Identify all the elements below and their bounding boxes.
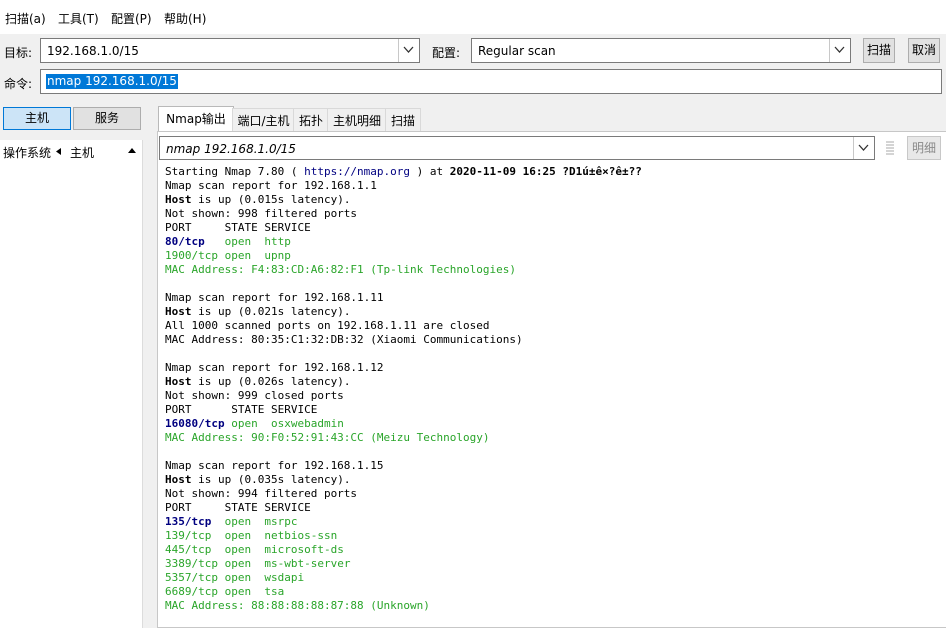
target-dropdown-button[interactable] [398,39,419,62]
chevron-down-icon [834,46,845,53]
cancel-button[interactable]: 取消 [908,38,940,63]
hosts-button[interactable]: 主机 [3,107,71,130]
output-command-combo[interactable]: nmap 192.168.1.0/15 [159,136,875,160]
chevron-down-icon [403,46,414,53]
os-column-header[interactable]: 操作系统 [3,144,51,161]
profile-dropdown-button[interactable] [829,39,850,62]
tab-ports-hosts[interactable]: 端口/主机 [232,108,295,133]
menu-help[interactable]: 帮助(H) [164,10,206,27]
sort-left-icon [56,148,61,155]
details-button[interactable]: 明细 [907,136,941,160]
scan-button[interactable]: 扫描 [863,38,895,63]
output-command-value: nmap 192.168.1.0/15 [166,142,296,156]
nmap-url-link[interactable]: https://nmap.org [304,165,410,178]
command-text: nmap 192.168.1.0/15 [46,74,178,89]
menu-profile[interactable]: 配置(P) [111,10,152,27]
sort-up-icon [128,148,136,153]
chevron-down-icon [858,144,869,151]
menu-scan[interactable]: 扫描(a) [5,10,46,27]
tab-nmap-output[interactable]: Nmap输出 [158,106,234,133]
nmap-output-text[interactable]: Starting Nmap 7.80 ( https://nmap.org ) … [165,165,642,613]
menu-tools[interactable]: 工具(T) [58,10,99,27]
tab-scans[interactable]: 扫描 [385,108,421,133]
services-button[interactable]: 服务 [73,107,141,130]
profile-combo[interactable]: Regular scan [471,38,851,63]
tab-host-details[interactable]: 主机明细 [327,108,387,133]
menu-bar: 扫描(a) 工具(T) 配置(P) 帮助(H) [0,0,946,34]
list-grip-icon [886,141,894,155]
command-input[interactable]: nmap 192.168.1.0/15 [40,69,942,94]
target-label: 目标: [4,46,33,60]
host-list[interactable]: 操作系统 主机 [0,140,143,628]
command-label: 命令: [4,77,33,91]
target-value: 192.168.1.0/15 [47,44,139,58]
profile-value: Regular scan [478,44,556,58]
nmap-output-pane: Starting Nmap 7.80 ( https://nmap.org ) … [157,131,946,628]
target-combo[interactable]: 192.168.1.0/15 [40,38,420,63]
profile-label: 配置: [432,46,461,60]
tab-topology[interactable]: 拓扑 [293,108,329,133]
host-column-header[interactable]: 主机 [70,144,94,161]
output-command-dropdown[interactable] [853,137,874,159]
